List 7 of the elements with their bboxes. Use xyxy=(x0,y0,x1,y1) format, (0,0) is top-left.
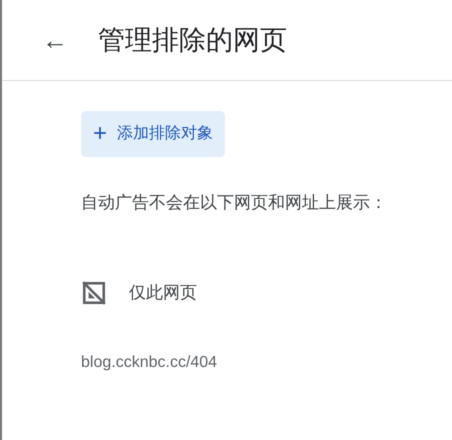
page-title: 管理排除的网页 xyxy=(98,24,287,57)
url-text: blog.ccknbc.cc/404 xyxy=(81,352,218,372)
scope-label: 仅此网页 xyxy=(129,282,197,304)
add-exclusion-button[interactable]: + 添加排除对象 xyxy=(81,111,226,157)
description-text: 自动广告不会在以下网页和网址上展示： xyxy=(81,192,388,214)
page-off-icon xyxy=(81,280,107,306)
back-button[interactable]: ← xyxy=(38,27,68,53)
